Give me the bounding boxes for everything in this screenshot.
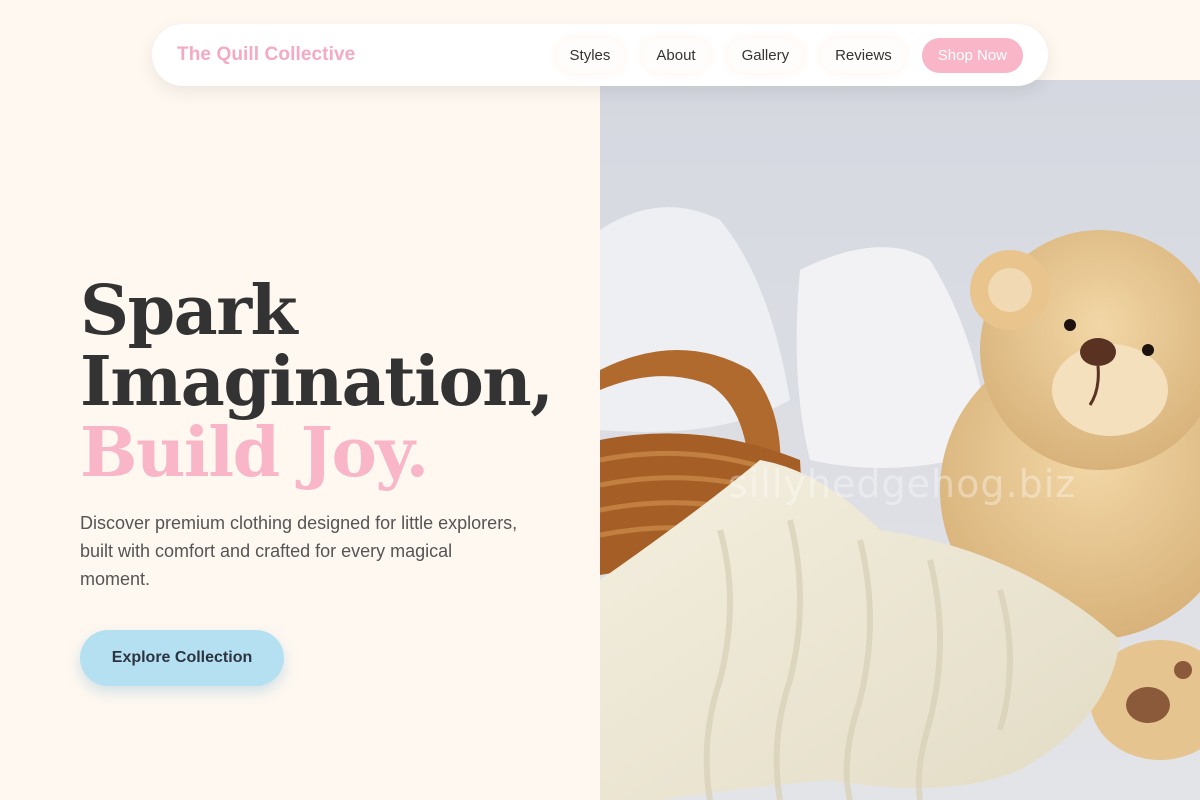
nav-link-gallery[interactable]: Gallery: [727, 37, 804, 73]
hero-subtitle: Discover premium clothing designed for l…: [80, 513, 518, 589]
headline-line-1: Spark: [80, 271, 298, 351]
nav-link-styles[interactable]: Styles: [555, 37, 625, 73]
nav-link-reviews[interactable]: Reviews: [821, 37, 906, 73]
explore-collection-button[interactable]: Explore Collection: [80, 630, 284, 686]
shop-now-button[interactable]: Shop Now: [921, 37, 1023, 73]
nav-link-about[interactable]: About: [642, 37, 710, 73]
headline-line-2: Imagination,: [80, 342, 554, 422]
nav-links: Styles About Gallery Reviews Shop Now: [555, 37, 1023, 73]
hero-section: Spark Imagination, Build Joy. Discover p…: [80, 271, 554, 593]
hero-headline: Spark Imagination, Build Joy.: [80, 271, 554, 493]
top-navbar: The Quill Collective Styles About Galler…: [152, 24, 1048, 86]
hero-image: [600, 80, 1200, 800]
brand-logo-text[interactable]: The Quill Collective: [177, 44, 355, 66]
teddy-bear-basket-illustration: [600, 80, 1200, 800]
headline-accent: Build Joy.: [80, 413, 429, 493]
